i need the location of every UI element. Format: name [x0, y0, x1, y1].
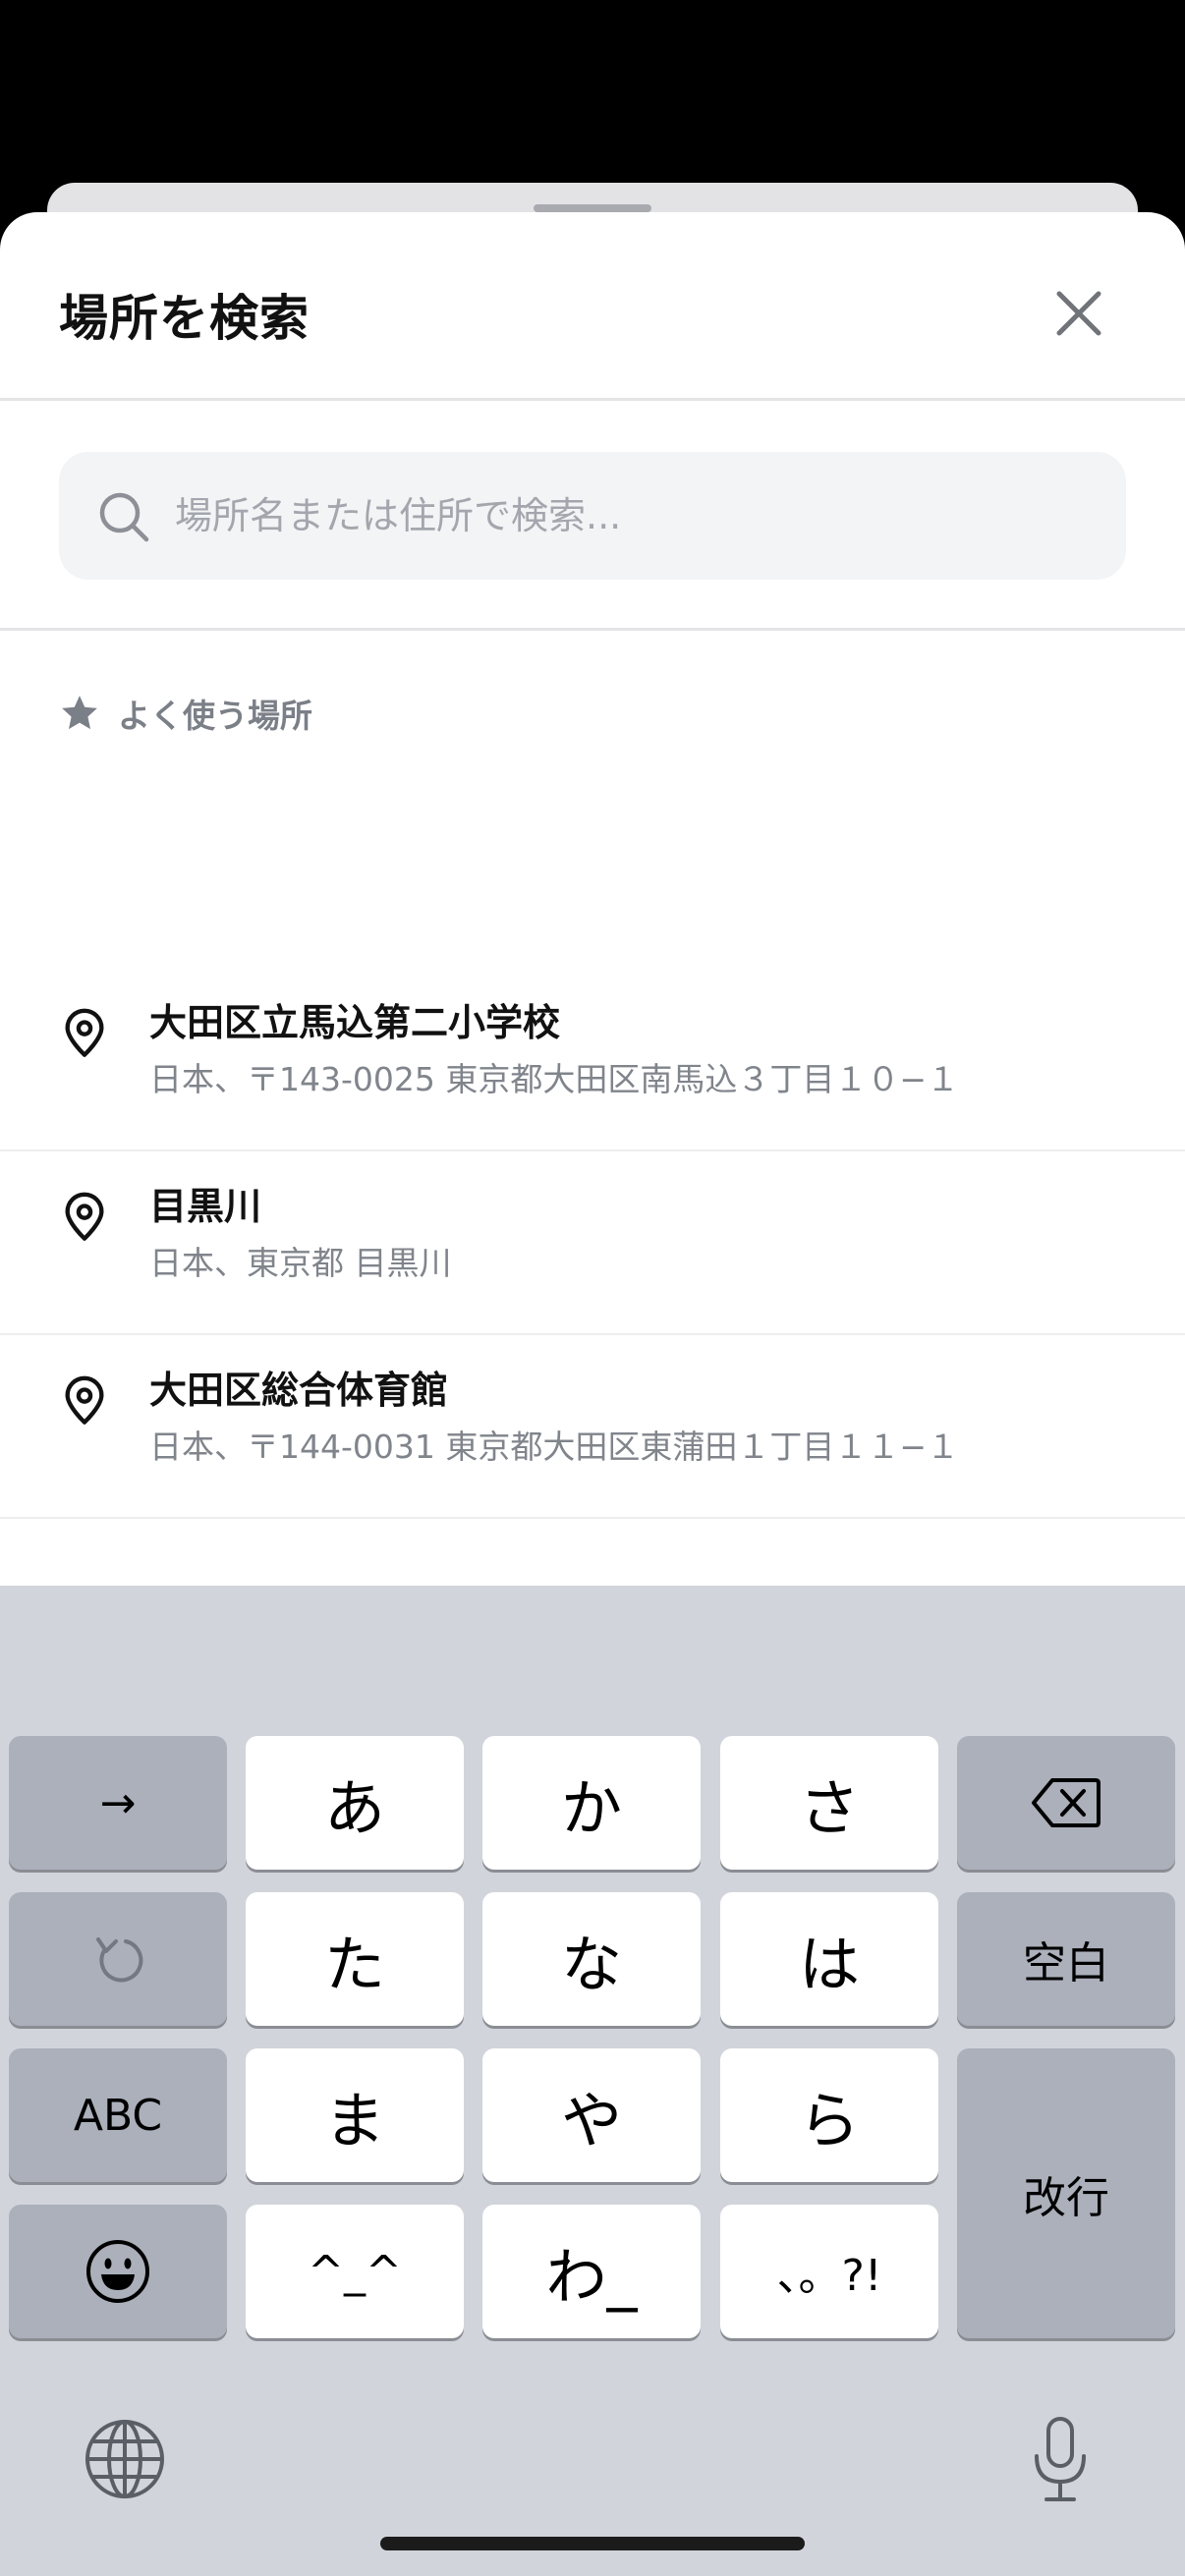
key-ra[interactable]: ら	[720, 2048, 938, 2182]
search-icon	[99, 492, 149, 542]
search-box[interactable]	[59, 452, 1126, 580]
undo-key[interactable]	[9, 1892, 227, 2026]
key-a[interactable]: あ	[246, 1736, 464, 1870]
favorite-place-item[interactable]: 大田区立馬込第二小学校 日本、〒143-0025 東京都大田区南馬込３丁目１０−…	[0, 969, 1185, 1151]
close-button[interactable]	[1040, 274, 1118, 353]
key-ma[interactable]: ま	[246, 2048, 464, 2182]
delete-key[interactable]	[957, 1736, 1175, 1870]
favorites-label: よく使う場所	[118, 697, 312, 735]
favorites-header: よく使う場所	[59, 684, 312, 743]
key-label: な	[560, 1929, 622, 2000]
key-label: あ	[323, 1772, 385, 1844]
abc-key[interactable]: ABC	[9, 2048, 227, 2182]
microphone-button[interactable]	[1016, 2411, 1104, 2509]
key-label: か	[560, 1772, 622, 1844]
microphone-icon	[1035, 2417, 1086, 2501]
key-ka[interactable]: か	[482, 1736, 701, 1870]
sheet-title: 場所を検索	[59, 290, 310, 347]
place-address: 日本、東京都 目黒川	[149, 1244, 452, 1282]
key-label: ら	[798, 2085, 860, 2156]
key-wa[interactable]: わ_	[482, 2205, 701, 2338]
search-section	[0, 401, 1185, 631]
favorite-place-item[interactable]: 目黒川 日本、東京都 目黒川	[0, 1152, 1185, 1335]
key-label: わ_	[545, 2241, 638, 2313]
emoji-icon	[86, 2240, 149, 2303]
key-label: は	[798, 1929, 860, 2000]
sheet-header: 場所を検索	[0, 212, 1185, 401]
backspace-icon	[1032, 1778, 1100, 1827]
key-label: た	[323, 1929, 385, 2000]
kaomoji-key[interactable]: ^_^	[246, 2205, 464, 2338]
favorite-place-item[interactable]: 大田区総合体育館 日本、〒144-0031 東京都大田区東蒲田１丁目１１−１	[0, 1336, 1185, 1519]
undo-icon	[96, 1937, 143, 1983]
key-label: ま	[323, 2085, 385, 2156]
map-pin-icon	[65, 1375, 104, 1425]
place-name: 大田区総合体育館	[149, 1369, 449, 1412]
return-key-label: 改行	[1023, 2172, 1109, 2223]
close-icon	[1056, 291, 1101, 336]
japanese-kana-keyboard: → あ か さ た な は 空白 ABC ま や ら 改行 ^_^ わ_ 、。?…	[0, 1586, 1185, 2576]
place-name: 目黒川	[149, 1185, 262, 1228]
key-ya[interactable]: や	[482, 2048, 701, 2182]
key-na[interactable]: な	[482, 1892, 701, 2026]
key-label: ^_^	[308, 2246, 402, 2297]
key-ha[interactable]: は	[720, 1892, 938, 2026]
return-key[interactable]: 改行	[957, 2048, 1175, 2338]
place-name: 大田区立馬込第二小学校	[149, 1001, 561, 1044]
sheet-grabber[interactable]	[534, 204, 651, 212]
search-input[interactable]	[175, 452, 1099, 580]
map-pin-icon	[65, 1192, 104, 1241]
place-address: 日本、〒144-0031 東京都大田区東蒲田１丁目１１−１	[149, 1428, 960, 1466]
globe-button[interactable]	[81, 2415, 169, 2503]
key-label: 、。?!	[776, 2251, 882, 2301]
map-pin-icon	[65, 1008, 104, 1057]
abc-key-label: ABC	[73, 2090, 163, 2141]
star-icon	[62, 696, 97, 730]
next-key-label: →	[99, 1777, 137, 1828]
key-ta[interactable]: た	[246, 1892, 464, 2026]
emoji-key[interactable]	[9, 2205, 227, 2338]
key-label: や	[560, 2085, 622, 2156]
key-label: さ	[798, 1772, 860, 1844]
space-key[interactable]: 空白	[957, 1892, 1175, 2026]
place-address: 日本、〒143-0025 東京都大田区南馬込３丁目１０−１	[149, 1060, 960, 1098]
key-sa[interactable]: さ	[720, 1736, 938, 1870]
next-candidate-key[interactable]: →	[9, 1736, 227, 1870]
punctuation-key[interactable]: 、。?!	[720, 2205, 938, 2338]
space-key-label: 空白	[1023, 1938, 1109, 1988]
home-indicator	[380, 2537, 805, 2550]
globe-icon	[85, 2420, 164, 2498]
